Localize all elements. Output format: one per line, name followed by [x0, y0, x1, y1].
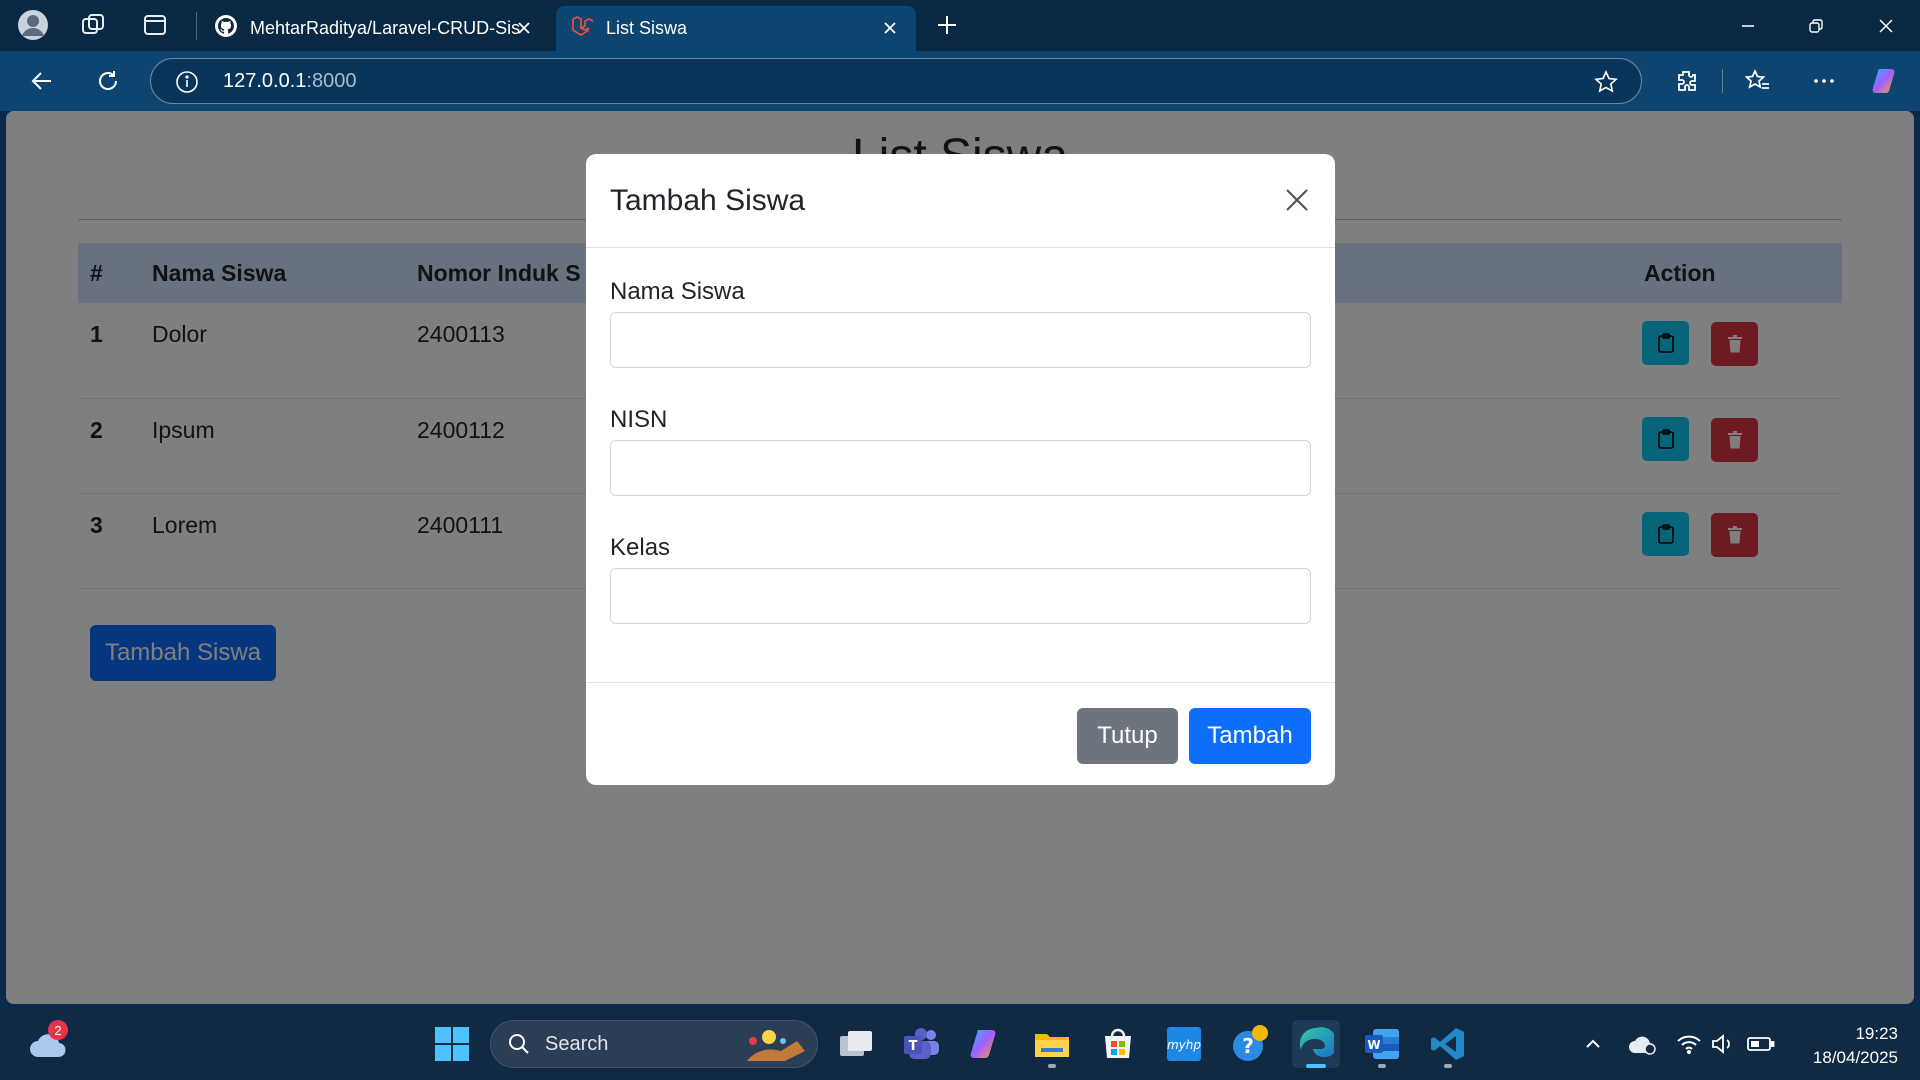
modal-title: Tambah Siswa	[610, 184, 806, 217]
volume-icon[interactable]	[1708, 1020, 1738, 1068]
url-port: :8000	[306, 69, 357, 92]
nama-siswa-input[interactable]	[610, 312, 1311, 368]
refresh-button[interactable]	[88, 61, 128, 101]
tab-title: List Siswa	[606, 18, 688, 38]
extensions-icon[interactable]	[1666, 61, 1706, 101]
search-icon	[507, 1032, 531, 1056]
notification-badge: 2	[48, 1020, 68, 1040]
minimize-icon[interactable]	[1714, 0, 1782, 51]
svg-text:W: W	[1367, 1038, 1380, 1052]
search-highlight-icon	[739, 1027, 811, 1063]
copilot-icon[interactable]	[1866, 61, 1906, 101]
tambah-siswa-modal: Tambah Siswa Nama Siswa NISN Kelas Tutup…	[586, 154, 1335, 785]
teams-icon[interactable]: T	[898, 1020, 946, 1068]
copilot-app-icon[interactable]	[962, 1020, 1010, 1068]
modal-close-icon[interactable]	[1279, 182, 1315, 218]
nisn-label: NISN	[610, 406, 668, 433]
vscode-icon[interactable]	[1424, 1020, 1472, 1068]
restore-icon[interactable]	[1782, 0, 1850, 51]
microsoft-store-icon[interactable]	[1094, 1020, 1142, 1068]
workspaces-icon[interactable]	[76, 8, 110, 42]
tab-actions-icon[interactable]	[138, 8, 172, 42]
battery-icon[interactable]	[1744, 1020, 1778, 1068]
svg-text:?: ?	[1242, 1034, 1254, 1058]
close-tab-icon[interactable]	[878, 16, 902, 40]
taskbar-search[interactable]: Search	[490, 1020, 818, 1068]
laravel-icon	[570, 14, 594, 43]
wifi-icon[interactable]	[1674, 1020, 1704, 1068]
file-explorer-icon[interactable]	[1028, 1020, 1076, 1068]
site-info-icon[interactable]	[175, 70, 199, 99]
kelas-label: Kelas	[610, 534, 671, 561]
tambah-button[interactable]: Tambah	[1189, 708, 1311, 764]
browser-tab-bar: MehtarRaditya/Laravel-CRUD-Sis List Sisw…	[0, 0, 1920, 51]
close-tab-icon[interactable]	[512, 16, 536, 40]
search-label: Search	[545, 1032, 609, 1055]
kelas-input[interactable]	[610, 568, 1311, 624]
show-hidden-icons[interactable]	[1578, 1020, 1608, 1068]
tab-title: MehtarRaditya/Laravel-CRUD-Sis	[250, 18, 520, 38]
running-indicator	[1444, 1064, 1452, 1068]
modal-header: Tambah Siswa	[586, 154, 1335, 248]
tab-divider	[196, 12, 197, 40]
tab-github[interactable]: MehtarRaditya/Laravel-CRUD-Sis	[200, 6, 550, 51]
page-viewport: List Siswa # Nama Siswa Nomor Induk S Ac…	[6, 111, 1914, 1004]
toolbar-divider	[1722, 69, 1723, 93]
running-indicator	[1378, 1064, 1386, 1068]
clock-date: 18/04/2025	[1812, 1048, 1898, 1067]
new-tab-icon[interactable]	[930, 8, 964, 42]
back-button[interactable]	[22, 61, 62, 101]
active-indicator	[1306, 1064, 1326, 1068]
windows-taskbar: 2 Search T myhp ? W 19:23 18/04/2025	[0, 1008, 1920, 1080]
clock-time: 19:23	[1855, 1024, 1898, 1043]
edge-browser-icon[interactable]	[1292, 1020, 1340, 1068]
running-indicator	[1048, 1064, 1056, 1068]
modal-body: Nama Siswa NISN Kelas	[586, 248, 1335, 682]
word-icon[interactable]: W	[1358, 1020, 1406, 1068]
task-view-icon[interactable]	[832, 1020, 880, 1068]
get-help-icon[interactable]: ?	[1226, 1020, 1274, 1068]
nisn-input[interactable]	[610, 440, 1311, 496]
favorite-star-icon[interactable]	[1593, 69, 1619, 100]
onedrive-icon[interactable]	[1624, 1020, 1660, 1068]
profile-avatar-icon[interactable]	[16, 8, 50, 42]
browser-toolbar: 127.0.0.1:8000	[0, 51, 1920, 111]
myhp-icon[interactable]: myhp	[1160, 1020, 1208, 1068]
address-bar[interactable]: 127.0.0.1:8000	[150, 58, 1642, 104]
svg-text:T: T	[909, 1039, 918, 1054]
svg-text:myhp: myhp	[1167, 1038, 1201, 1052]
start-button[interactable]	[428, 1020, 476, 1068]
nama-siswa-label: Nama Siswa	[610, 278, 745, 305]
github-icon	[214, 14, 238, 43]
tab-list-siswa[interactable]: List Siswa	[556, 6, 916, 51]
more-options-icon[interactable]	[1804, 61, 1844, 101]
system-clock[interactable]: 19:23 18/04/2025	[1813, 1022, 1898, 1070]
url-host: 127.0.0.1	[223, 69, 307, 92]
tutup-button[interactable]: Tutup	[1077, 708, 1178, 764]
favorites-icon[interactable]	[1738, 61, 1778, 101]
windows-logo-icon	[435, 1027, 469, 1061]
weather-widget[interactable]: 2	[24, 1020, 72, 1068]
modal-footer: Tutup Tambah	[586, 682, 1335, 785]
close-window-icon[interactable]	[1852, 0, 1920, 51]
